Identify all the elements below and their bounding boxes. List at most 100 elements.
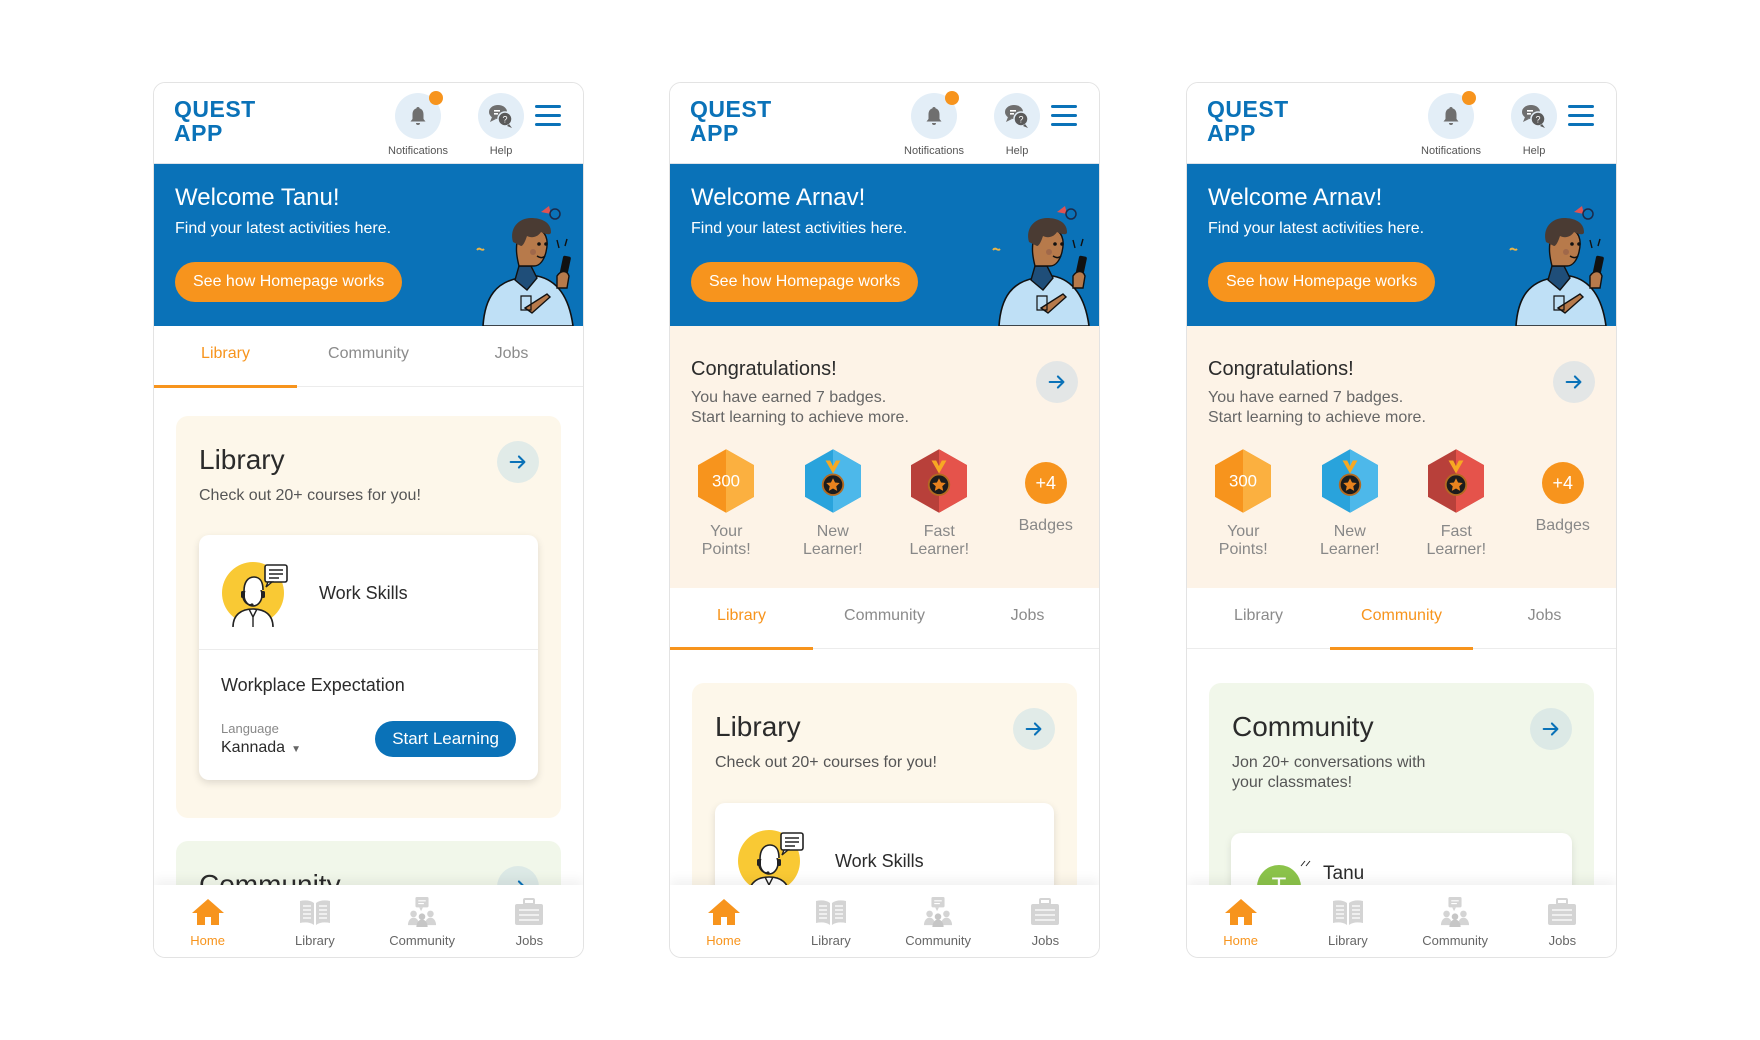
- logo-line-1: QUEST: [174, 96, 256, 122]
- nav-home[interactable]: Home: [670, 885, 777, 957]
- briefcase-icon: [1545, 897, 1579, 927]
- help-label: Help: [489, 145, 513, 157]
- badge-label: Points!: [1218, 541, 1268, 558]
- arrow-right-icon: [1023, 718, 1045, 740]
- badge-points[interactable]: 300 Your Points!: [1190, 449, 1297, 559]
- tab-library[interactable]: Library: [670, 588, 813, 650]
- help-button[interactable]: Help: [1494, 93, 1574, 157]
- nav-home[interactable]: Home: [1187, 885, 1294, 957]
- nav-jobs[interactable]: Jobs: [1509, 885, 1616, 957]
- briefcase-icon: [1028, 897, 1062, 927]
- tab-library[interactable]: Library: [154, 326, 297, 388]
- nav-library[interactable]: Library: [261, 885, 368, 957]
- congrats-description: You have earned 7 badges. Start learning…: [691, 388, 909, 428]
- caret-down-icon: ▼: [291, 744, 301, 755]
- notification-dot: [429, 91, 443, 105]
- arrow-right-icon: [1046, 371, 1068, 393]
- nav-library[interactable]: Library: [1294, 885, 1401, 957]
- tab-community[interactable]: Community: [813, 588, 956, 648]
- welcome-banner: Welcome Arnav! Find your latest activiti…: [1187, 164, 1616, 326]
- phone-screen-home-arnav-library: QUEST APP Notifications Help Welcome Arn…: [669, 82, 1100, 958]
- badge-label: New: [1333, 523, 1366, 540]
- nav-label: Jobs: [515, 933, 544, 948]
- notification-dot: [945, 91, 959, 105]
- badge-fast-learner[interactable]: Fast Learner!: [1403, 449, 1510, 559]
- app-header: QUEST APP Notifications Help: [154, 83, 583, 164]
- tab-library[interactable]: Library: [1187, 588, 1330, 648]
- library-open-button[interactable]: [1013, 708, 1055, 750]
- notifications-button[interactable]: Notifications: [1411, 91, 1491, 157]
- tab-community[interactable]: Community: [297, 326, 440, 386]
- tab-jobs[interactable]: Jobs: [1473, 588, 1616, 648]
- post-author: Tanu: [1323, 863, 1365, 884]
- homepage-tour-button[interactable]: See how Homepage works: [1208, 262, 1436, 302]
- badge-list: 300 Your Points! New Learner! Fast Learner!…: [670, 449, 1099, 559]
- badge-points[interactable]: 300 Your Points!: [673, 449, 780, 559]
- arrow-right-icon: [507, 451, 529, 473]
- help-button[interactable]: Help: [977, 93, 1057, 157]
- nav-library[interactable]: Library: [777, 885, 884, 957]
- content-tabs: Library Community Jobs: [154, 326, 583, 388]
- bell-icon: [1439, 104, 1463, 128]
- app-logo[interactable]: QUEST APP: [690, 97, 772, 145]
- welcome-subtitle: Find your latest activities here.: [175, 220, 392, 237]
- community-icon: [921, 897, 955, 927]
- homepage-tour-button[interactable]: See how Homepage works: [691, 262, 919, 302]
- course-title: Workplace Expectation: [221, 675, 405, 695]
- help-button[interactable]: Help: [461, 93, 541, 157]
- badge-more[interactable]: +4 Badges: [993, 449, 1100, 559]
- hamburger-menu-icon[interactable]: [535, 105, 561, 127]
- nav-community[interactable]: Community: [369, 885, 476, 957]
- tab-jobs[interactable]: Jobs: [440, 326, 583, 386]
- badge-label: Fast: [1440, 523, 1472, 540]
- bell-icon: [406, 104, 430, 128]
- nav-home[interactable]: Home: [154, 885, 261, 957]
- welcome-banner: Welcome Arnav! Find your latest activiti…: [670, 164, 1099, 326]
- badges-open-button[interactable]: [1553, 361, 1595, 403]
- home-icon: [707, 897, 741, 927]
- start-learning-button[interactable]: Start Learning: [375, 721, 516, 757]
- badge-new-learner[interactable]: New Learner!: [1297, 449, 1404, 559]
- community-open-button[interactable]: [1530, 708, 1572, 750]
- nav-label: Library: [811, 933, 851, 948]
- hamburger-menu-icon[interactable]: [1051, 105, 1077, 127]
- book-icon: [298, 897, 332, 927]
- library-description: Check out 20+ courses for you!: [715, 754, 937, 771]
- arrow-right-icon: [1540, 718, 1562, 740]
- logo-line-2: APP: [690, 120, 739, 146]
- tab-jobs[interactable]: Jobs: [956, 588, 1099, 648]
- home-icon: [191, 897, 225, 927]
- homepage-tour-button[interactable]: See how Homepage works: [175, 262, 403, 302]
- badges-open-button[interactable]: [1036, 361, 1078, 403]
- nav-community[interactable]: Community: [1402, 885, 1509, 957]
- badge-new-learner[interactable]: New Learner!: [780, 449, 887, 559]
- library-open-button[interactable]: [497, 441, 539, 483]
- nav-label: Home: [706, 933, 741, 948]
- badge-fast-learner[interactable]: Fast Learner!: [886, 449, 993, 559]
- notifications-button[interactable]: Notifications: [378, 91, 458, 157]
- welcome-banner: Welcome Tanu! Find your latest activitie…: [154, 164, 583, 326]
- tab-community[interactable]: Community: [1330, 588, 1473, 650]
- badge-label: Learner!: [1426, 541, 1487, 558]
- app-logo[interactable]: QUEST APP: [174, 97, 256, 145]
- course-card[interactable]: Work Skills Workplace Expectation Langua…: [199, 535, 538, 780]
- notification-dot: [1462, 91, 1476, 105]
- notifications-button[interactable]: Notifications: [894, 91, 974, 157]
- medal-red-icon: [911, 449, 967, 513]
- hamburger-menu-icon[interactable]: [1568, 105, 1594, 127]
- nav-jobs[interactable]: Jobs: [992, 885, 1099, 957]
- nav-community[interactable]: Community: [885, 885, 992, 957]
- app-logo[interactable]: QUEST APP: [1207, 97, 1289, 145]
- bottom-navigation: Home Library Community Jobs: [154, 885, 583, 957]
- nav-jobs[interactable]: Jobs: [476, 885, 583, 957]
- language-value: Kannada: [221, 739, 286, 756]
- logo-line-2: APP: [1207, 120, 1256, 146]
- congrats-title: Congratulations!: [1208, 358, 1354, 380]
- badge-label: Badges: [1018, 517, 1073, 534]
- badge-label: New: [816, 523, 849, 540]
- language-dropdown[interactable]: Kannada ▼: [221, 739, 301, 757]
- home-icon: [1224, 897, 1258, 927]
- badge-label: Badges: [1535, 517, 1590, 534]
- badge-more[interactable]: +4 Badges: [1510, 449, 1617, 559]
- welcome-subtitle: Find your latest activities here.: [691, 220, 908, 237]
